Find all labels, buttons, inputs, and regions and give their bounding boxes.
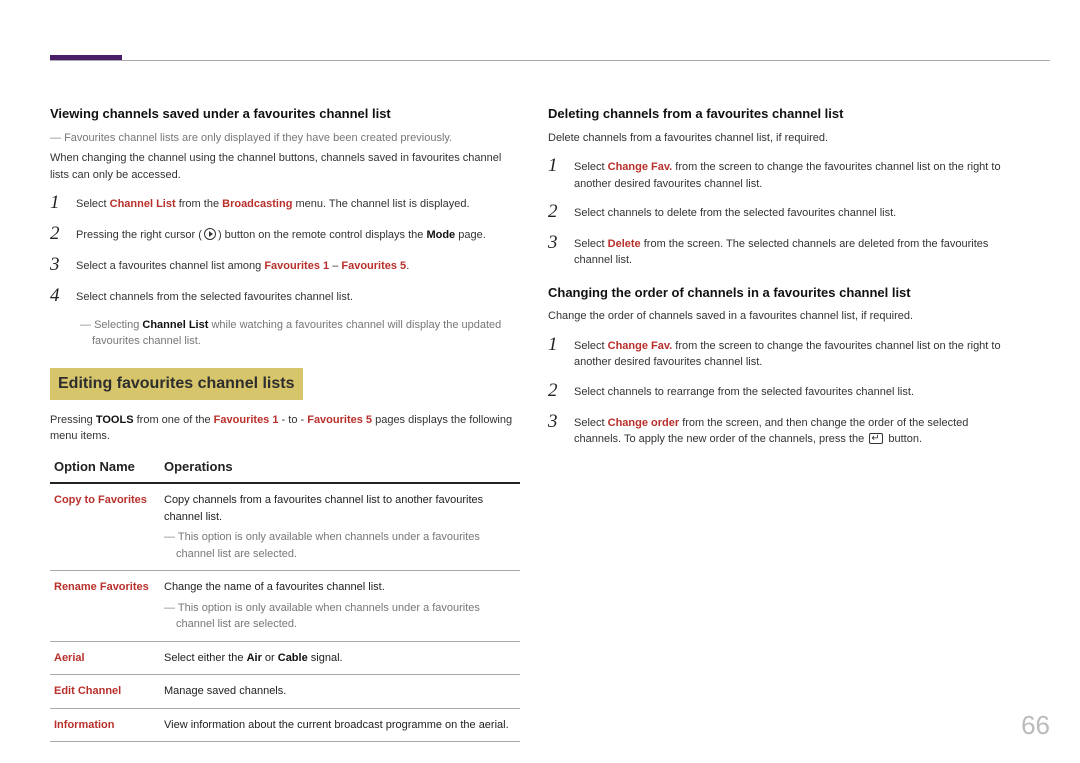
heading-viewing: Viewing channels saved under a favourite… bbox=[50, 104, 520, 124]
enter-icon bbox=[869, 433, 883, 444]
step-body: Select Channel List from the Broadcastin… bbox=[76, 193, 520, 214]
heading-deleting: Deleting channels from a favourites chan… bbox=[548, 104, 1018, 124]
option-name: Aerial bbox=[50, 641, 160, 675]
option-note: This option is only available when chann… bbox=[164, 600, 516, 633]
step-number: 3 bbox=[50, 255, 76, 276]
left-column: Viewing channels saved under a favourite… bbox=[50, 100, 520, 742]
step-number: 3 bbox=[548, 412, 574, 448]
list-item: 2 Pressing the right cursor () button on… bbox=[50, 224, 520, 245]
option-desc: Change the name of a favourites channel … bbox=[160, 571, 520, 642]
list-item: 2 Select channels to delete from the sel… bbox=[548, 202, 1018, 223]
list-item: 1 Select Change Fav. from the screen to … bbox=[548, 156, 1018, 192]
step-body: Select Change Fav. from the screen to ch… bbox=[574, 335, 1018, 371]
option-desc: Copy channels from a favourites channel … bbox=[160, 483, 520, 571]
step-body: Select Change Fav. from the screen to ch… bbox=[574, 156, 1018, 192]
step-number: 1 bbox=[548, 335, 574, 371]
step-body: Select a favourites channel list among F… bbox=[76, 255, 520, 276]
option-name: Copy to Favorites bbox=[50, 483, 160, 571]
option-name: Rename Favorites bbox=[50, 571, 160, 642]
header-rule bbox=[50, 60, 1050, 61]
step-number: 3 bbox=[548, 233, 574, 269]
step-number: 2 bbox=[548, 202, 574, 223]
step-number: 2 bbox=[548, 381, 574, 402]
option-name: Edit Channel bbox=[50, 675, 160, 709]
heading-changing: Changing the order of channels in a favo… bbox=[548, 283, 1018, 303]
note-after-viewing: Selecting Channel List while watching a … bbox=[80, 317, 520, 350]
step-body: Pressing the right cursor () button on t… bbox=[76, 224, 520, 245]
changing-steps: 1 Select Change Fav. from the screen to … bbox=[548, 335, 1018, 448]
play-icon bbox=[204, 228, 216, 240]
step-number: 4 bbox=[50, 286, 76, 307]
list-item: 3 Select Delete from the screen. The sel… bbox=[548, 233, 1018, 269]
step-body: Select channels to rearrange from the se… bbox=[574, 381, 1018, 402]
option-desc: Select either the Air or Cable signal. bbox=[160, 641, 520, 675]
table-header-row: Option Name Operations bbox=[50, 451, 520, 484]
step-body: Select channels from the selected favour… bbox=[76, 286, 520, 307]
th-option-name: Option Name bbox=[50, 451, 160, 484]
intro-viewing: When changing the channel using the chan… bbox=[50, 150, 520, 183]
table-row: Aerial Select either the Air or Cable si… bbox=[50, 641, 520, 675]
step-body: Select channels to delete from the selec… bbox=[574, 202, 1018, 223]
option-desc: View information about the current broad… bbox=[160, 708, 520, 742]
th-operations: Operations bbox=[160, 451, 520, 484]
table-row: Rename Favorites Change the name of a fa… bbox=[50, 571, 520, 642]
step-body: Select Change order from the screen, and… bbox=[574, 412, 1018, 448]
list-item: 4 Select channels from the selected favo… bbox=[50, 286, 520, 307]
table-row: Copy to Favorites Copy channels from a f… bbox=[50, 483, 520, 571]
table-row: Information View information about the c… bbox=[50, 708, 520, 742]
page-number: 66 bbox=[1021, 706, 1050, 745]
option-note: This option is only available when chann… bbox=[164, 529, 516, 562]
list-item: 2 Select channels to rearrange from the … bbox=[548, 381, 1018, 402]
intro-editing: Pressing TOOLS from one of the Favourite… bbox=[50, 412, 520, 445]
list-item: 1 Select Channel List from the Broadcast… bbox=[50, 193, 520, 214]
list-item: 3 Select Change order from the screen, a… bbox=[548, 412, 1018, 448]
intro-deleting: Delete channels from a favourites channe… bbox=[548, 130, 1018, 147]
viewing-steps: 1 Select Channel List from the Broadcast… bbox=[50, 193, 520, 307]
options-table: Option Name Operations Copy to Favorites… bbox=[50, 451, 520, 743]
step-number: 1 bbox=[50, 193, 76, 214]
option-desc: Manage saved channels. bbox=[160, 675, 520, 709]
deleting-steps: 1 Select Change Fav. from the screen to … bbox=[548, 156, 1018, 269]
list-item: 3 Select a favourites channel list among… bbox=[50, 255, 520, 276]
right-column: Deleting channels from a favourites chan… bbox=[548, 100, 1018, 458]
note-viewing: Favourites channel lists are only displa… bbox=[50, 130, 520, 147]
step-number: 1 bbox=[548, 156, 574, 192]
list-item: 1 Select Change Fav. from the screen to … bbox=[548, 335, 1018, 371]
option-name: Information bbox=[50, 708, 160, 742]
intro-changing: Change the order of channels saved in a … bbox=[548, 308, 1018, 325]
heading-editing: Editing favourites channel lists bbox=[50, 368, 303, 400]
step-number: 2 bbox=[50, 224, 76, 245]
table-row: Edit Channel Manage saved channels. bbox=[50, 675, 520, 709]
step-body: Select Delete from the screen. The selec… bbox=[574, 233, 1018, 269]
